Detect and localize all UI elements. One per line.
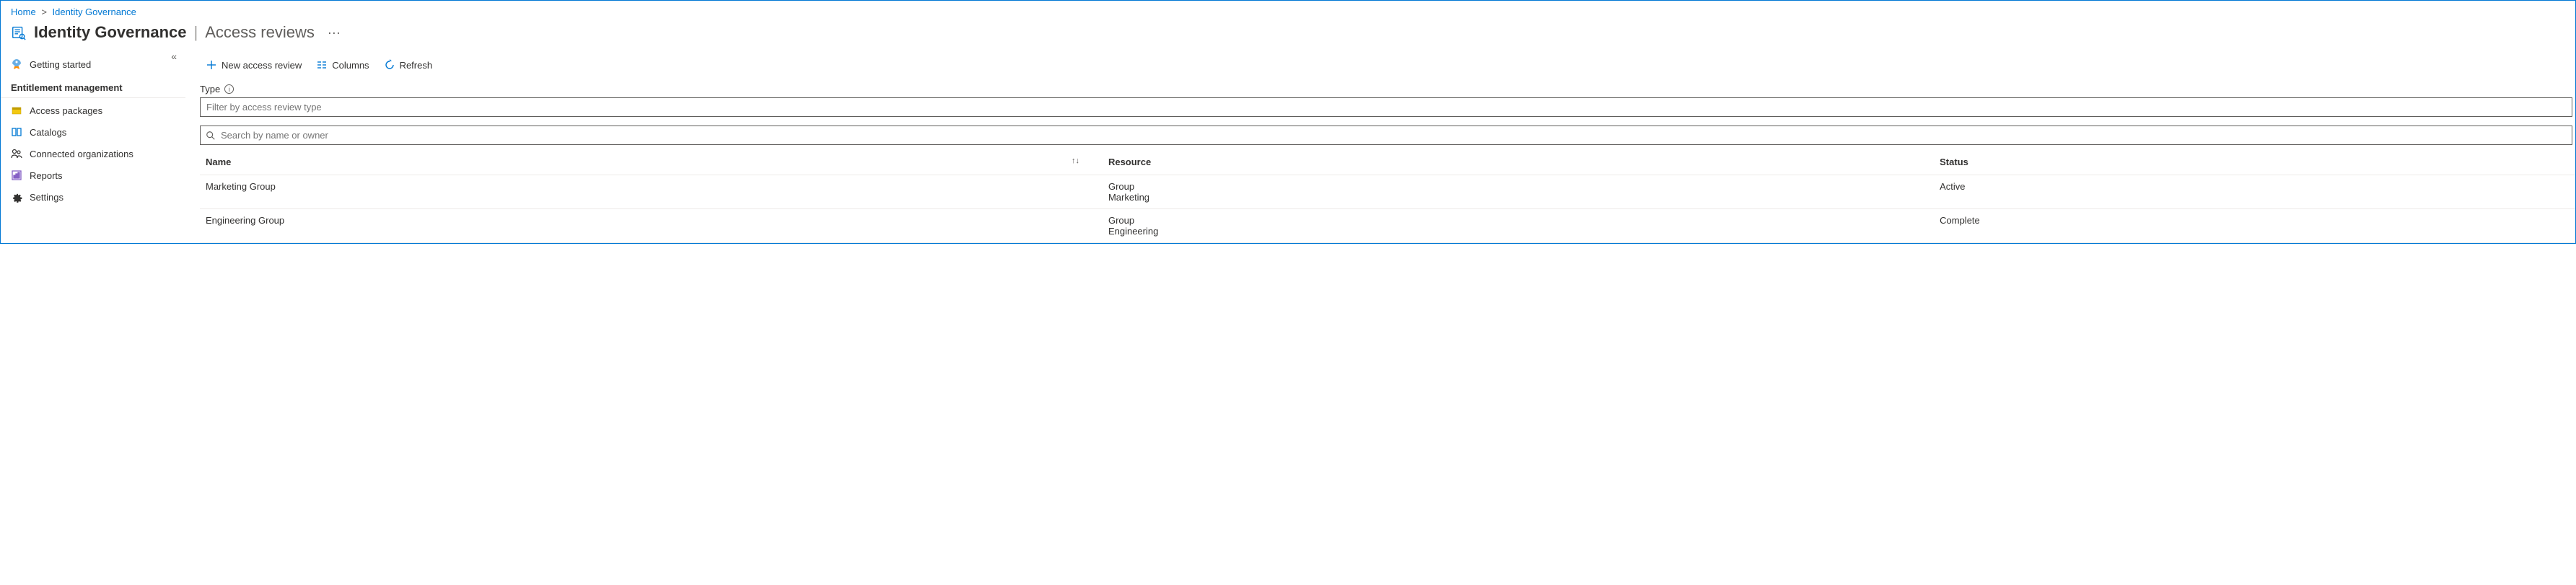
cell-resource: Group Engineering xyxy=(1103,209,1934,243)
cell-name: Engineering Group xyxy=(200,209,1103,243)
type-filter-input[interactable] xyxy=(200,97,2572,117)
column-header-resource[interactable]: Resource xyxy=(1103,149,1934,175)
table-row[interactable]: Engineering Group Group Engineering Comp… xyxy=(200,209,2575,243)
cell-status: Complete xyxy=(1934,209,2575,243)
column-header-status[interactable]: Status xyxy=(1934,149,2575,175)
sidebar-item-label: Reports xyxy=(30,170,63,181)
sidebar-item-reports[interactable]: Reports xyxy=(1,164,185,186)
resource-name: Marketing xyxy=(1108,192,1925,203)
info-icon[interactable]: i xyxy=(224,84,234,94)
sort-icon: ↑↓ xyxy=(1072,157,1079,165)
sidebar-item-label: Settings xyxy=(30,192,63,203)
column-header-label: Status xyxy=(1940,157,1968,167)
type-label-text: Type xyxy=(200,84,220,94)
type-field-label: Type i xyxy=(200,84,2575,94)
identity-governance-icon xyxy=(11,25,27,40)
new-access-review-button[interactable]: New access review xyxy=(200,56,307,74)
sidebar-item-connected-organizations[interactable]: Connected organizations xyxy=(1,143,185,164)
column-header-label: Resource xyxy=(1108,157,1151,167)
resource-type: Group xyxy=(1108,181,1925,192)
toolbar-label: Columns xyxy=(332,60,369,71)
refresh-icon xyxy=(384,59,395,71)
people-icon xyxy=(11,148,22,159)
plus-icon xyxy=(206,59,217,71)
search-icon xyxy=(206,131,216,141)
sidebar-item-getting-started[interactable]: Getting started xyxy=(1,53,185,75)
access-reviews-table: Name ↑↓ Resource Status Marketing Group … xyxy=(200,149,2575,243)
sidebar-item-settings[interactable]: Settings xyxy=(1,186,185,208)
page-title-main: Identity Governance xyxy=(34,23,187,42)
breadcrumb: Home > Identity Governance xyxy=(1,1,2575,20)
sidebar-item-catalogs[interactable]: Catalogs xyxy=(1,121,185,143)
column-header-label: Name xyxy=(206,157,231,167)
sidebar-item-access-packages[interactable]: Access packages xyxy=(1,100,185,121)
sidebar-item-label: Connected organizations xyxy=(30,149,133,159)
sidebar: « Getting started Entitlement management… xyxy=(1,50,185,243)
cell-status: Active xyxy=(1934,175,2575,209)
cell-resource: Group Marketing xyxy=(1103,175,1934,209)
sidebar-section-entitlement: Entitlement management xyxy=(1,75,185,98)
main-content: New access review Columns Refresh Type i xyxy=(185,50,2575,243)
sidebar-item-label: Getting started xyxy=(30,59,91,70)
rocket-icon xyxy=(11,58,22,70)
columns-icon xyxy=(316,59,328,71)
gear-icon xyxy=(11,191,22,203)
resource-type: Group xyxy=(1108,215,1925,226)
resource-name: Engineering xyxy=(1108,226,1925,237)
toolbar-label: New access review xyxy=(222,60,302,71)
page-title-row: Identity Governance | Access reviews ··· xyxy=(1,20,2575,50)
package-icon xyxy=(11,105,22,116)
sidebar-item-label: Access packages xyxy=(30,105,102,116)
search-input[interactable] xyxy=(200,126,2572,145)
breadcrumb-current-link[interactable]: Identity Governance xyxy=(53,6,136,17)
toolbar: New access review Columns Refresh xyxy=(200,55,2575,84)
reports-icon xyxy=(11,170,22,181)
toolbar-label: Refresh xyxy=(400,60,433,71)
more-actions-button[interactable]: ··· xyxy=(328,25,341,40)
cell-name: Marketing Group xyxy=(200,175,1103,209)
table-row[interactable]: Marketing Group Group Marketing Active xyxy=(200,175,2575,209)
sidebar-collapse-button[interactable]: « xyxy=(171,50,177,62)
breadcrumb-home-link[interactable]: Home xyxy=(11,6,36,17)
breadcrumb-separator-icon: > xyxy=(41,6,47,17)
page-title-separator: | xyxy=(194,23,198,42)
column-header-name[interactable]: Name ↑↓ xyxy=(200,149,1103,175)
sidebar-item-label: Catalogs xyxy=(30,127,66,138)
refresh-button[interactable]: Refresh xyxy=(378,56,439,74)
catalog-icon xyxy=(11,126,22,138)
page-title-sub: Access reviews xyxy=(205,23,315,42)
columns-button[interactable]: Columns xyxy=(310,56,374,74)
